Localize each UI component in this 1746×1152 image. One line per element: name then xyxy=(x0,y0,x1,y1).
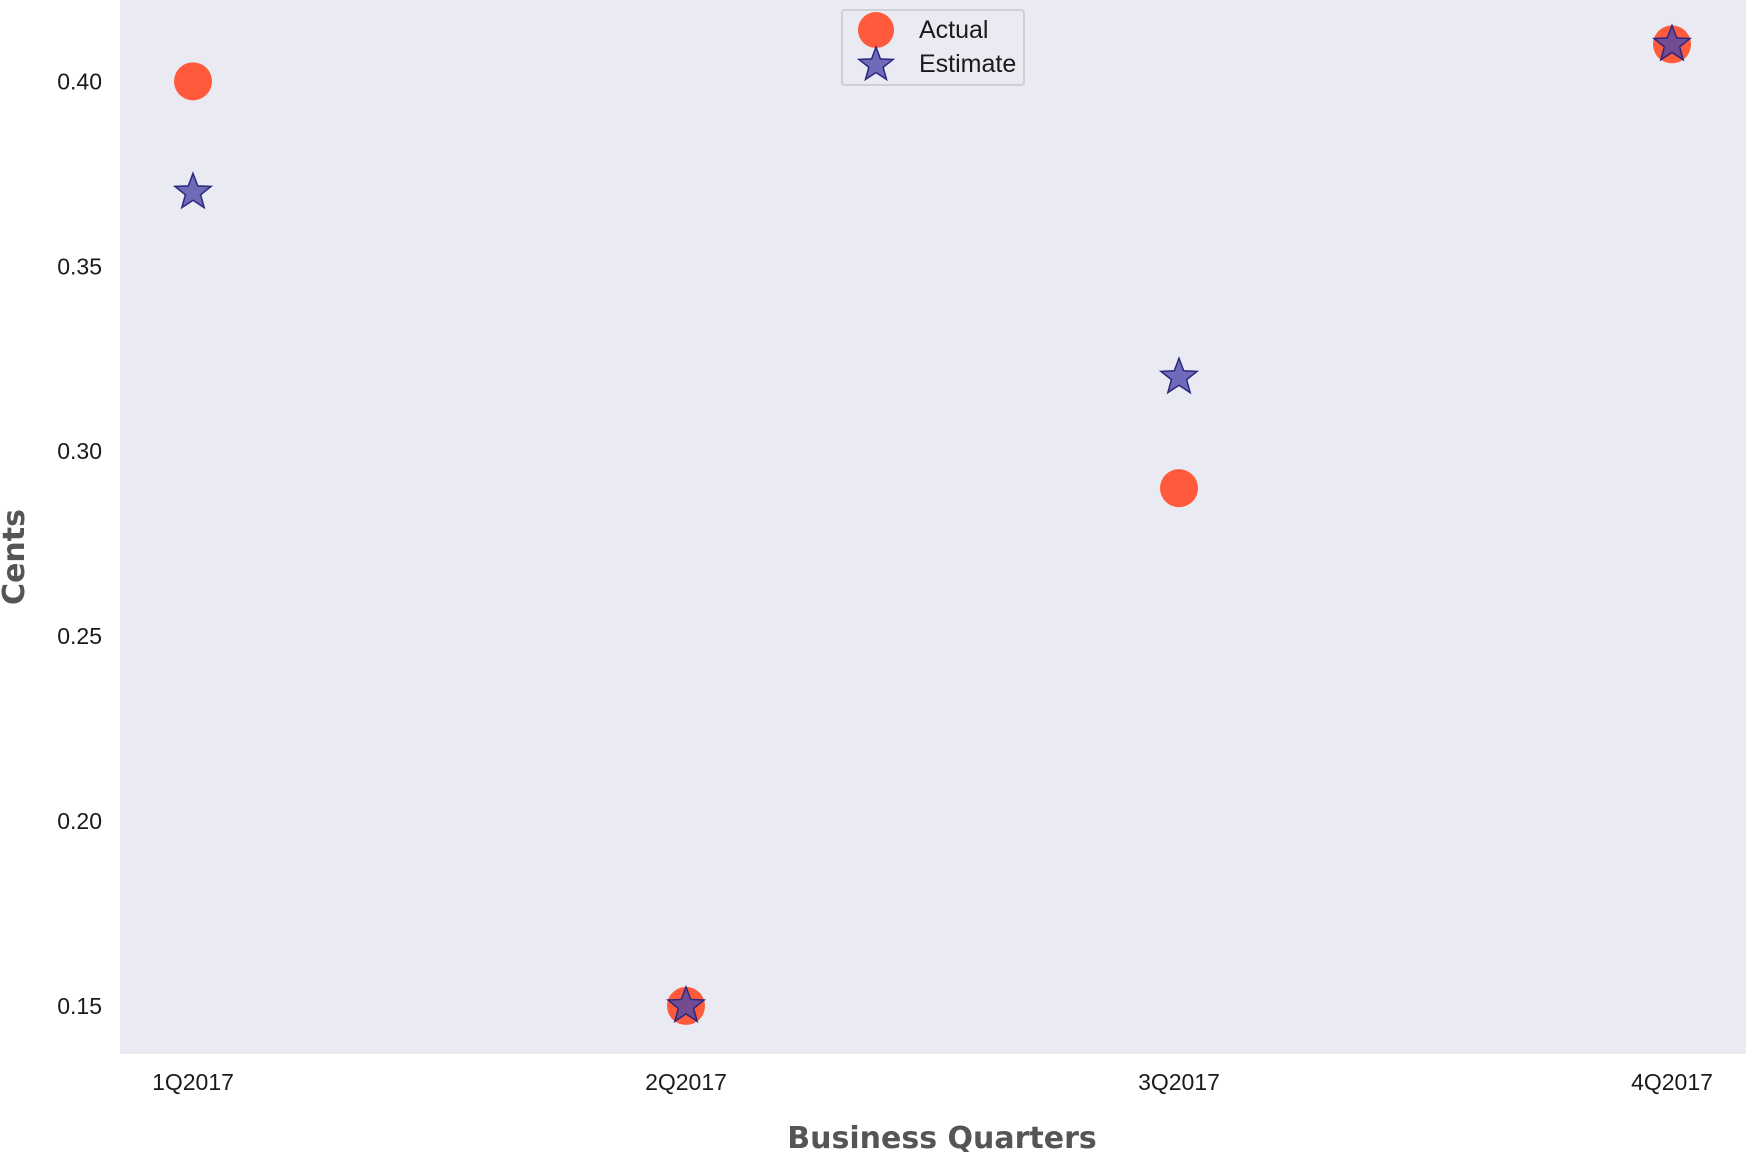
y-tick-label: 0.25 xyxy=(57,623,102,649)
scatter-chart: 0.15 0.20 0.25 0.30 0.35 0.40 1Q2017 2Q2017 3Q2… xyxy=(0,0,1746,1152)
y-tick-label: 0.20 xyxy=(57,808,102,834)
x-tick-label: 1Q2017 xyxy=(152,1069,234,1095)
legend-actual-label: Actual xyxy=(919,16,988,44)
y-tick-label: 0.30 xyxy=(57,438,102,464)
y-axis-ticks: 0.15 0.20 0.25 0.30 0.35 0.40 xyxy=(57,68,102,1019)
x-tick-label: 3Q2017 xyxy=(1138,1069,1220,1095)
plot-area xyxy=(120,0,1746,1054)
x-axis-title: Business Quarters xyxy=(787,1121,1096,1152)
actual-point xyxy=(174,62,212,101)
chart-container: 0.15 0.20 0.25 0.30 0.35 0.40 1Q2017 2Q2017 3Q2… xyxy=(0,0,1746,1152)
legend: Actual Estimate xyxy=(841,9,1025,86)
actual-point xyxy=(1160,469,1198,508)
legend-actual-marker xyxy=(858,12,894,48)
y-tick-label: 0.35 xyxy=(57,253,102,279)
y-tick-label: 0.40 xyxy=(57,68,102,94)
legend-estimate-label: Estimate xyxy=(919,50,1016,78)
x-tick-label: 4Q2017 xyxy=(1631,1069,1713,1095)
y-axis-title: Cents xyxy=(0,509,32,605)
x-axis-ticks: 1Q2017 2Q2017 3Q2017 4Q2017 xyxy=(152,1069,1713,1095)
y-tick-label: 0.15 xyxy=(57,993,102,1019)
x-tick-label: 2Q2017 xyxy=(645,1069,727,1095)
